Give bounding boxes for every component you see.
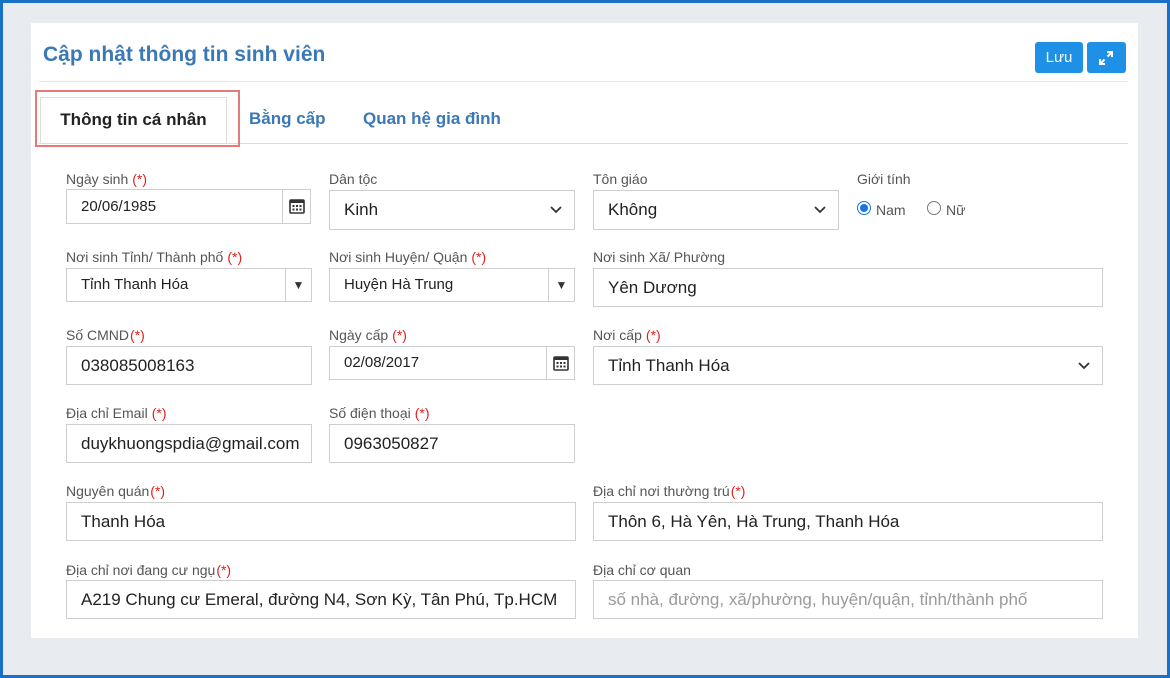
email-input[interactable]: duykhuongspdia@gmail.com	[66, 424, 312, 463]
required-mark: (*)	[151, 405, 167, 421]
birth-date-calendar-button[interactable]	[282, 190, 310, 223]
current-address-input[interactable]: A219 Chung cư Emeral, đường N4, Sơn Kỳ, …	[66, 580, 576, 619]
email-label: Địa chỉ Email (*)	[66, 405, 166, 421]
hometown-label-text: Nguyên quán	[66, 483, 150, 499]
permanent-address-label: Địa chỉ nơi thường trú(*)	[593, 483, 745, 499]
gender-option-female: Nữ	[946, 202, 966, 218]
required-mark: (*)	[216, 562, 232, 578]
triangle-down-icon: ▼	[285, 269, 311, 301]
chevron-down-icon	[814, 206, 826, 214]
chevron-down-icon	[1078, 362, 1090, 370]
email-label-text: Địa chỉ Email	[66, 405, 148, 421]
current-address-label: Địa chỉ nơi đang cư ngụ(*)	[66, 562, 231, 578]
current-address-value: A219 Chung cư Emeral, đường N4, Sơn Kỳ, …	[81, 590, 558, 609]
ethnicity-value: Kinh	[344, 200, 379, 219]
required-mark: (*)	[414, 405, 430, 421]
issue-date-value: 02/08/2017	[344, 354, 420, 371]
required-mark: (*)	[150, 483, 166, 499]
header-divider	[39, 81, 1128, 82]
birth-date-value: 20/06/1985	[81, 198, 157, 215]
page-title: Cập nhật thông tin sinh viên	[43, 43, 326, 66]
active-tab-highlight	[35, 90, 240, 147]
ethnicity-label: Dân tộc	[329, 171, 378, 187]
birth-province-value: Tỉnh Thanh Hóa	[81, 276, 189, 293]
work-address-label: Địa chỉ cơ quan	[593, 562, 691, 578]
permanent-address-input[interactable]: Thôn 6, Hà Yên, Hà Trung, Thanh Hóa	[593, 502, 1103, 541]
form-card: Cập nhật thông tin sinh viên Lưu Thông t…	[31, 23, 1138, 638]
calendar-icon	[553, 356, 569, 371]
birth-commune-label: Nơi sinh Xã/ Phường	[593, 249, 726, 265]
required-mark: (*)	[132, 171, 148, 187]
birth-district-label-text: Nơi sinh Huyện/ Quận	[329, 249, 468, 265]
tab-family-relations[interactable]: Quan hệ gia đình	[363, 97, 501, 143]
birth-province-label-text: Nơi sinh Tỉnh/ Thành phố	[66, 249, 224, 265]
birth-province-select[interactable]: Tỉnh Thanh Hóa ▼	[66, 268, 312, 302]
ethnicity-select[interactable]: Kinh	[329, 190, 575, 230]
required-mark: (*)	[645, 327, 661, 343]
current-address-label-text: Địa chỉ nơi đang cư ngụ	[66, 562, 216, 578]
permanent-address-label-text: Địa chỉ nơi thường trú	[593, 483, 730, 499]
issue-place-label-text: Nơi cấp	[593, 327, 642, 343]
required-mark: (*)	[227, 249, 243, 265]
calendar-icon	[289, 199, 305, 214]
phone-label: Số điện thoại (*)	[329, 405, 430, 421]
birth-district-select[interactable]: Huyện Hà Trung ▼	[329, 268, 575, 302]
birth-commune-value: Yên Dương	[608, 278, 697, 297]
work-address-placeholder: số nhà, đường, xã/phường, huyện/quận, tỉ…	[608, 590, 1028, 609]
expand-icon	[1099, 51, 1113, 65]
issue-date-label: Ngày cấp (*)	[329, 327, 407, 343]
hometown-input[interactable]: Thanh Hóa	[66, 502, 576, 541]
save-button[interactable]: Lưu	[1035, 42, 1083, 73]
phone-input[interactable]: 0963050827	[329, 424, 575, 463]
issue-date-input[interactable]: 02/08/2017	[329, 346, 575, 380]
chevron-down-icon	[550, 206, 562, 214]
id-number-label: Số CMND(*)	[66, 327, 145, 343]
religion-select[interactable]: Không	[593, 190, 839, 230]
required-mark: (*)	[471, 249, 487, 265]
work-address-input[interactable]: số nhà, đường, xã/phường, huyện/quận, tỉ…	[593, 580, 1103, 619]
birth-date-input[interactable]: 20/06/1985	[66, 189, 311, 224]
birth-district-value: Huyện Hà Trung	[344, 276, 454, 293]
triangle-down-icon: ▼	[548, 269, 574, 301]
issue-place-label: Nơi cấp (*)	[593, 327, 661, 343]
required-mark: (*)	[730, 483, 746, 499]
id-number-value: 038085008163	[81, 356, 195, 375]
email-value: duykhuongspdia@gmail.com	[81, 434, 300, 453]
gender-radio-male[interactable]	[857, 201, 871, 215]
id-number-label-text: Số CMND	[66, 327, 130, 343]
religion-value: Không	[608, 200, 658, 219]
birth-district-label: Nơi sinh Huyện/ Quận (*)	[329, 249, 486, 265]
hometown-value: Thanh Hóa	[81, 512, 166, 531]
birth-date-label: Ngày sinh (*)	[66, 171, 147, 187]
expand-button[interactable]	[1087, 42, 1126, 73]
birth-province-label: Nơi sinh Tỉnh/ Thành phố (*)	[66, 249, 242, 265]
phone-label-text: Số điện thoại	[329, 405, 411, 421]
phone-value: 0963050827	[344, 434, 439, 453]
issue-place-value: Tỉnh Thanh Hóa	[608, 356, 730, 375]
tab-degrees[interactable]: Bằng cấp	[249, 97, 326, 143]
permanent-address-value: Thôn 6, Hà Yên, Hà Trung, Thanh Hóa	[608, 512, 900, 531]
required-mark: (*)	[392, 327, 407, 343]
gender-radio-female[interactable]	[927, 201, 941, 215]
id-number-input[interactable]: 038085008163	[66, 346, 312, 385]
gender-option-male: Nam	[876, 202, 906, 218]
birth-commune-input[interactable]: Yên Dương	[593, 268, 1103, 307]
religion-label: Tôn giáo	[593, 171, 648, 187]
issue-date-calendar-button[interactable]	[546, 347, 574, 379]
required-mark: (*)	[130, 327, 145, 343]
gender-label: Giới tính	[857, 171, 911, 187]
hometown-label: Nguyên quán(*)	[66, 483, 165, 499]
birth-date-label-text: Ngày sinh	[66, 171, 129, 187]
issue-place-select[interactable]: Tỉnh Thanh Hóa	[593, 346, 1103, 385]
issue-date-label-text: Ngày cấp	[329, 327, 389, 343]
